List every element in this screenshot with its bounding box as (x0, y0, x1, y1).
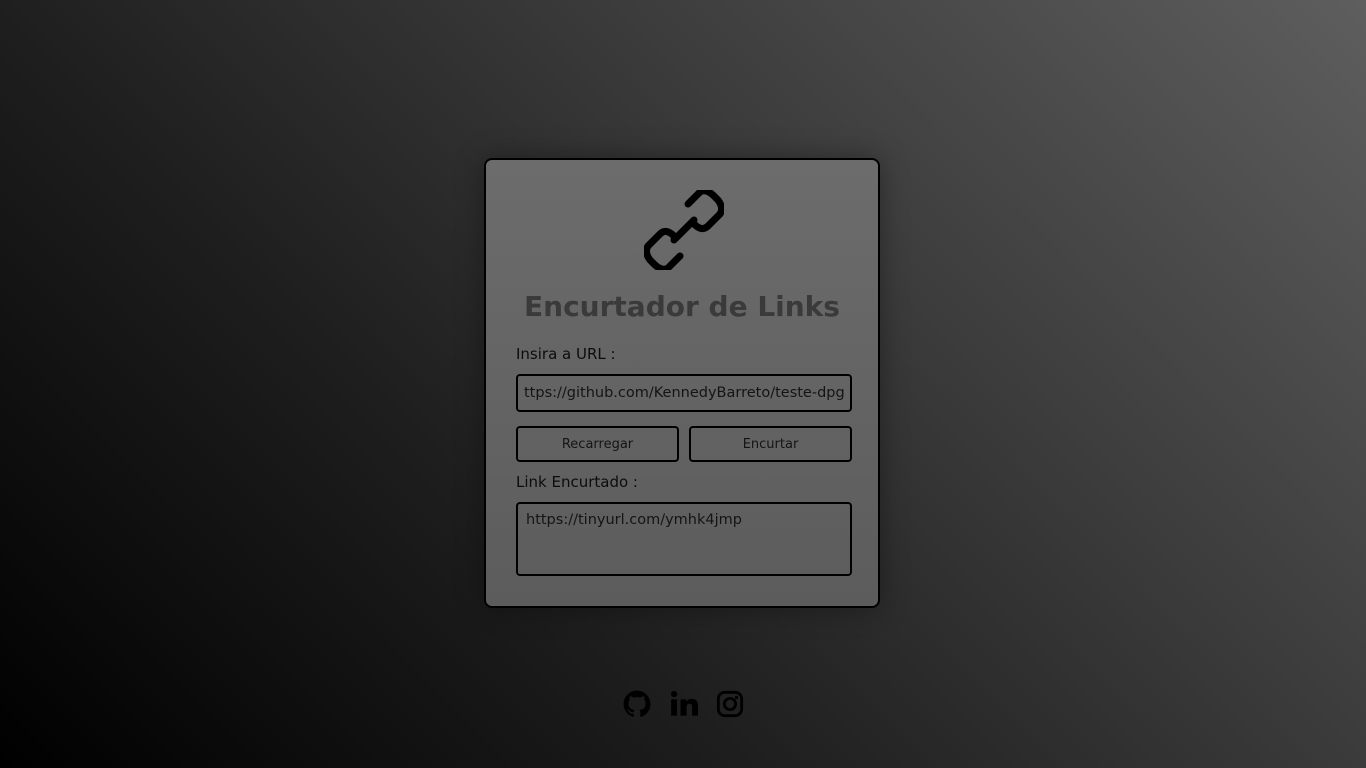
shorten-button[interactable]: Encurtar (689, 426, 852, 462)
instagram-link[interactable] (716, 690, 744, 718)
linkedin-icon (670, 690, 698, 716)
shortener-card: Encurtador de Links Insira a URL : Recar… (484, 158, 880, 608)
github-icon (623, 690, 651, 717)
social-links (0, 690, 1366, 718)
url-label: Insira a URL : (516, 345, 616, 363)
github-link[interactable] (623, 690, 651, 718)
short-link-output[interactable]: https://tinyurl.com/ymhk4jmp (516, 502, 852, 576)
url-input[interactable] (516, 374, 852, 412)
page-title: Encurtador de Links (524, 290, 840, 323)
instagram-icon (716, 690, 744, 718)
link-icon (644, 190, 724, 270)
reload-button[interactable]: Recarregar (516, 426, 679, 462)
linkedin-link[interactable] (670, 690, 698, 718)
short-link-label: Link Encurtado : (516, 473, 638, 491)
